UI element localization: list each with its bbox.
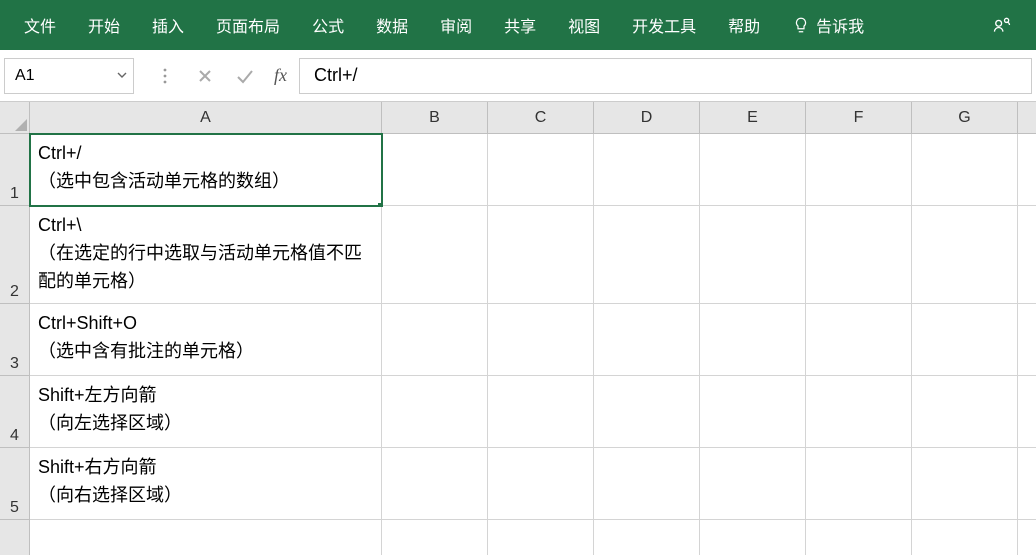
cell-F5[interactable] <box>806 448 912 520</box>
menu-0[interactable]: 文件 <box>8 0 72 50</box>
tell-me[interactable]: 告诉我 <box>776 0 880 50</box>
col-header-G[interactable]: G <box>912 102 1018 133</box>
menu-6[interactable]: 审阅 <box>424 0 488 50</box>
cell-B3[interactable] <box>382 304 488 376</box>
col-header-C[interactable]: C <box>488 102 594 133</box>
table-row: Shift+左方向箭 （向左选择区域） <box>30 376 1036 448</box>
spreadsheet-grid: ABCDEFG 12345 Ctrl+/ （选中包含活动单元格的数组）Ctrl+… <box>0 102 1036 555</box>
cell-E3[interactable] <box>700 304 806 376</box>
name-box[interactable]: A1 <box>4 58 134 94</box>
cell-E1[interactable] <box>700 134 806 206</box>
formula-bar: A1 fx Ctrl+/ <box>0 50 1036 102</box>
cell-G3[interactable] <box>912 304 1018 376</box>
tell-me-label: 告诉我 <box>816 13 864 37</box>
row-header-2[interactable]: 2 <box>0 206 29 304</box>
menu-9[interactable]: 开发工具 <box>616 0 712 50</box>
cell-C6[interactable] <box>488 520 594 555</box>
menu-5[interactable]: 数据 <box>360 0 424 50</box>
cell-C3[interactable] <box>488 304 594 376</box>
formula-input[interactable]: Ctrl+/ <box>299 58 1032 94</box>
cell-F4[interactable] <box>806 376 912 448</box>
dropdown-icon[interactable] <box>117 67 127 85</box>
cell-G5[interactable] <box>912 448 1018 520</box>
cell-A4[interactable]: Shift+左方向箭 （向左选择区域） <box>30 376 382 448</box>
cell-A6[interactable] <box>30 520 382 555</box>
cell-B6[interactable] <box>382 520 488 555</box>
ribbon-menu: 文件开始插入页面布局公式数据审阅共享视图开发工具帮助 告诉我 <box>0 0 1036 50</box>
cell-D4[interactable] <box>594 376 700 448</box>
cell-A5[interactable]: Shift+右方向箭 （向右选择区域） <box>30 448 382 520</box>
lightbulb-icon <box>792 16 810 34</box>
menu-10[interactable]: 帮助 <box>712 0 776 50</box>
cell-C5[interactable] <box>488 448 594 520</box>
table-row <box>30 520 1036 555</box>
col-header-B[interactable]: B <box>382 102 488 133</box>
cell-F3[interactable] <box>806 304 912 376</box>
row-header-5[interactable]: 5 <box>0 448 29 520</box>
cell-D5[interactable] <box>594 448 700 520</box>
cell-C1[interactable] <box>488 134 594 206</box>
cell-F6[interactable] <box>806 520 912 555</box>
cell-A3[interactable]: Ctrl+Shift+O （选中含有批注的单元格） <box>30 304 382 376</box>
column-headers: ABCDEFG <box>30 102 1036 134</box>
cell-D6[interactable] <box>594 520 700 555</box>
menu-8[interactable]: 视图 <box>552 0 616 50</box>
cell-D1[interactable] <box>594 134 700 206</box>
cell-F1[interactable] <box>806 134 912 206</box>
cell-B4[interactable] <box>382 376 488 448</box>
cancel-icon[interactable] <box>194 68 216 84</box>
menu-4[interactable]: 公式 <box>296 0 360 50</box>
cell-G1[interactable] <box>912 134 1018 206</box>
row-header-1[interactable]: 1 <box>0 134 29 206</box>
menu-dots-icon[interactable] <box>154 68 176 84</box>
menu-7[interactable]: 共享 <box>488 0 552 50</box>
name-box-value: A1 <box>15 67 35 85</box>
menu-3[interactable]: 页面布局 <box>200 0 296 50</box>
cell-A1[interactable]: Ctrl+/ （选中包含活动单元格的数组） <box>30 134 382 206</box>
col-header-F[interactable]: F <box>806 102 912 133</box>
row-header-extra-5[interactable] <box>0 520 29 555</box>
enter-icon[interactable] <box>234 68 256 84</box>
cells-area[interactable]: Ctrl+/ （选中包含活动单元格的数组）Ctrl+\ （在选定的行中选取与活动… <box>30 134 1036 555</box>
cell-E6[interactable] <box>700 520 806 555</box>
table-row: Ctrl+\ （在选定的行中选取与活动单元格值不匹配的单元格） <box>30 206 1036 304</box>
row-header-3[interactable]: 3 <box>0 304 29 376</box>
cell-E5[interactable] <box>700 448 806 520</box>
cell-F2[interactable] <box>806 206 912 304</box>
row-header-4[interactable]: 4 <box>0 376 29 448</box>
cell-A2[interactable]: Ctrl+\ （在选定的行中选取与活动单元格值不匹配的单元格） <box>30 206 382 304</box>
cell-G4[interactable] <box>912 376 1018 448</box>
cell-C2[interactable] <box>488 206 594 304</box>
col-header-A[interactable]: A <box>30 102 382 133</box>
select-all-corner[interactable] <box>0 102 30 134</box>
share-icon[interactable] <box>976 0 1028 50</box>
col-header-E[interactable]: E <box>700 102 806 133</box>
formula-value: Ctrl+/ <box>314 65 358 86</box>
cell-B5[interactable] <box>382 448 488 520</box>
menu-2[interactable]: 插入 <box>136 0 200 50</box>
cell-G6[interactable] <box>912 520 1018 555</box>
cell-E4[interactable] <box>700 376 806 448</box>
fx-label[interactable]: fx <box>274 65 287 86</box>
cell-E2[interactable] <box>700 206 806 304</box>
cell-D2[interactable] <box>594 206 700 304</box>
cell-D3[interactable] <box>594 304 700 376</box>
row-headers: 12345 <box>0 134 30 555</box>
table-row: Ctrl+/ （选中包含活动单元格的数组） <box>30 134 1036 206</box>
cell-C4[interactable] <box>488 376 594 448</box>
cell-G2[interactable] <box>912 206 1018 304</box>
menu-1[interactable]: 开始 <box>72 0 136 50</box>
table-row: Ctrl+Shift+O （选中含有批注的单元格） <box>30 304 1036 376</box>
cell-B2[interactable] <box>382 206 488 304</box>
col-header-D[interactable]: D <box>594 102 700 133</box>
cell-B1[interactable] <box>382 134 488 206</box>
table-row: Shift+右方向箭 （向右选择区域） <box>30 448 1036 520</box>
